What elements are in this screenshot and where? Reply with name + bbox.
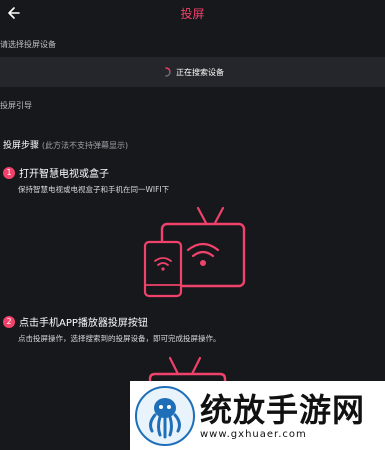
step-2-heading: 2 点击手机APP播放器投屏按钮: [3, 314, 148, 329]
steps-title: 投屏步骤 (此方法不支持弹幕显示): [3, 138, 128, 151]
phone-icon: [143, 240, 183, 298]
step-1-number: 1: [3, 166, 15, 179]
device-search-row[interactable]: 正在搜索设备: [0, 57, 385, 87]
step-1-title: 打开智慧电视或盒子: [19, 169, 109, 180]
tv-phone-illustration: [143, 206, 246, 298]
guide-section-label: 投屏引导: [0, 101, 32, 110]
top-bar: 投屏: [0, 0, 385, 28]
step-1-description: 保持智慧电视或电视盒子和手机在同一WIFI下: [18, 185, 170, 194]
steps-title-text: 投屏步骤: [3, 141, 40, 151]
watermark-overlay: 统放手游网 www.gxhuaer.com: [130, 381, 385, 450]
step-2-number: 2: [3, 315, 15, 328]
steps-note: (此方法不支持弹幕显示): [41, 141, 129, 150]
searching-text: 正在搜索设备: [176, 67, 224, 77]
page-title: 投屏: [180, 7, 205, 21]
device-section-label: 请选择投屏设备: [0, 40, 56, 49]
step-2-description: 点击投屏操作，选择搜索到的投屏设备，即可完成投屏操作。: [18, 334, 221, 343]
loading-spinner-icon: [165, 67, 171, 77]
step-2-title: 点击手机APP播放器投屏按钮: [19, 318, 148, 329]
octopus-logo-icon: [135, 385, 195, 446]
watermark-name: 统放手游网: [200, 391, 366, 429]
watermark-url: www.gxhuaer.com: [200, 429, 307, 440]
step-1-heading: 1 打开智慧电视或盒子: [3, 165, 109, 180]
